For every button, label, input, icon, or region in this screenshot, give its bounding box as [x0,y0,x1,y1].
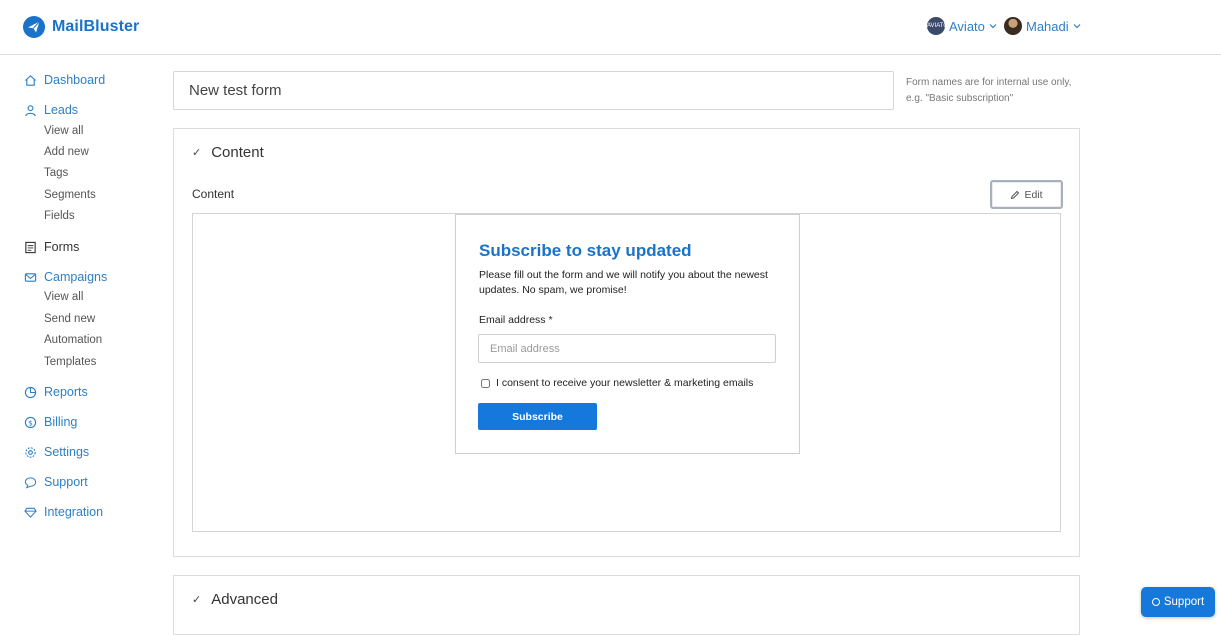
collapse-check-icon: ✓ [192,594,202,606]
user-icon [25,104,36,116]
subscribe-form-card: Subscribe to stay updated Please fill ou… [455,214,800,454]
sidebar-subitem-templates[interactable]: Templates [44,356,96,368]
sidebar-item-label: Billing [44,415,78,429]
sidebar-item-settings[interactable]: Settings [24,445,89,459]
sidebar-item-forms[interactable]: Forms [24,240,79,254]
sidebar-item-support[interactable]: Support [24,475,88,489]
sidebar-item-label: Dashboard [44,73,106,87]
pie-chart-icon [24,386,37,398]
sidebar-subitem-campaigns-view-all[interactable]: View all [44,291,83,303]
brand[interactable]: MailBluster [22,15,139,39]
sidebar-item-reports[interactable]: Reports [24,385,88,399]
advanced-panel-toggle[interactable]: ✓ Advanced [192,591,278,608]
sidebar-subitem-leads-add-new[interactable]: Add new [44,146,89,158]
consent-label: I consent to receive your newsletter & m… [496,377,754,389]
support-chat-button[interactable]: Support [1141,587,1215,617]
email-label: Email address * [479,314,553,326]
svg-text:$: $ [28,418,33,427]
email-field[interactable] [478,334,776,363]
section-label: Content [192,187,235,201]
consent-row[interactable]: I consent to receive your newsletter & m… [481,377,753,389]
sidebar-subitem-tags[interactable]: Tags [44,167,68,179]
sidebar-item-label: Support [44,475,88,489]
sidebar-item-integration[interactable]: Integration [24,505,103,519]
sidebar-subitem-automation[interactable]: Automation [44,334,102,346]
sidebar-item-campaigns[interactable]: Campaigns [24,270,107,284]
dollar-icon: $ [24,416,37,428]
sidebar-item-label: Forms [44,240,80,254]
sidebar-item-billing[interactable]: $ Billing [24,415,77,429]
hint-line: Form names are for internal use only, [906,77,1072,88]
paper-plane-logo-icon [23,16,45,38]
sidebar-item-label: Settings [44,445,90,459]
form-icon [25,241,36,253]
user-name: Mahadi [1026,18,1069,34]
top-header: MailBluster AVIATO Aviato Mahadi [0,0,1221,55]
home-icon [25,74,36,86]
panel-heading: Advanced [211,591,278,608]
chat-icon [24,476,37,488]
brand-name: MailBluster [52,18,140,35]
form-description: Please fill out the form and we will not… [479,269,768,296]
consent-checkbox[interactable] [481,378,490,388]
subscribe-button[interactable]: Subscribe [478,403,597,430]
sidebar-subitem-segments[interactable]: Segments [44,189,96,201]
chevron-down-icon [989,24,997,29]
sidebar-subitem-send-new[interactable]: Send new [44,313,95,325]
form-name-hint: Form names are for internal use only, e.… [906,75,1096,107]
sidebar-item-label: Leads [44,103,79,117]
advanced-panel: ✓ Advanced [173,575,1080,635]
form-title: Subscribe to stay updated [479,241,692,260]
support-label: Support [1163,596,1205,608]
sidebar-item-label: Reports [44,385,88,399]
form-name-input[interactable] [173,71,894,110]
edit-label: Edit [1024,188,1043,201]
account-name: Aviato [949,18,985,34]
sidebar-item-leads[interactable]: Leads [24,103,78,117]
sidebar-item-dashboard[interactable]: Dashboard [24,73,105,87]
envelope-icon [24,272,37,282]
sidebar-item-label: Integration [44,505,104,519]
account-switcher-aviato[interactable]: AVIATO Aviato [927,17,997,35]
avatar: AVIATO [927,17,948,35]
collapse-check-icon: ✓ [192,147,202,159]
sidebar: Dashboard Leads View all Add new Tags Se… [0,56,160,623]
sidebar-item-label: Campaigns [44,270,108,284]
support-chat-icon [1151,598,1160,606]
user-menu-mahadi[interactable]: Mahadi [1004,17,1081,35]
chevron-down-icon [1073,24,1081,29]
gear-icon [25,446,36,458]
sidebar-subitem-fields[interactable]: Fields [44,210,75,222]
diamond-icon [24,507,37,518]
pencil-icon [1011,190,1020,199]
hint-line: e.g. "Basic subscription" [906,93,1014,104]
form-preview: Subscribe to stay updated Please fill ou… [192,213,1061,532]
panel-heading: Content [211,144,264,161]
avatar [1004,17,1022,35]
edit-button[interactable]: Edit [990,180,1063,209]
sidebar-subitem-leads-view-all[interactable]: View all [44,125,83,137]
content-panel-toggle[interactable]: ✓ Content [192,144,264,161]
content-panel: ✓ Content Content Edit Subscribe to stay… [173,128,1080,557]
